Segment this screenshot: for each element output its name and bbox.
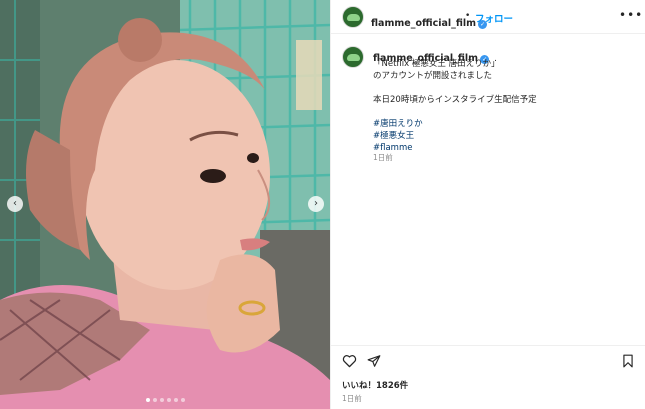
hashtag-link[interactable]: #唐田えりか (373, 118, 633, 130)
hashtag-link[interactable]: #極悪女王 (373, 130, 633, 142)
bookmark-icon[interactable] (622, 354, 634, 368)
caption-line: 「Netflix 極悪女王 唐田えりか」 (373, 59, 500, 69)
caption-line: 本日20時頃からインスタライブ生配信予定 (373, 95, 537, 105)
caption-text: 「Netflix 極悪女王 唐田えりか」 のアカウントが開設されました 本日20… (373, 58, 633, 154)
portrait-photo (0, 0, 330, 409)
share-icon[interactable] (367, 354, 381, 368)
caption-avatar[interactable] (342, 46, 364, 68)
hashtag-link[interactable]: #flamme (373, 142, 633, 154)
carousel-dot (152, 398, 157, 402)
separator-dot: • (465, 11, 471, 21)
action-bar (331, 345, 645, 375)
avatar[interactable] (342, 6, 364, 28)
carousel-indicator (0, 398, 330, 402)
caption-timestamp: 1日前 (373, 153, 393, 162)
more-options-icon[interactable]: ••• (619, 8, 643, 22)
post-photo[interactable]: ‹ › (0, 0, 330, 409)
follow-button[interactable]: フォロー (475, 11, 513, 25)
post-sidebar: flamme_official_film ✓ • フォロー ••• flamme_… (330, 0, 645, 409)
carousel-dot (166, 398, 171, 402)
carousel-dot (173, 398, 178, 402)
carousel-dot (180, 398, 185, 402)
heart-icon[interactable] (342, 354, 357, 368)
caption-line: のアカウントが開設されました (373, 71, 493, 81)
header-username[interactable]: flamme_official_film (371, 18, 476, 29)
carousel-dot (145, 398, 150, 402)
like-count[interactable]: いいね！1826件 (342, 379, 408, 391)
chevron-right-icon: › (314, 198, 318, 209)
carousel-prev-button[interactable]: ‹ (7, 196, 23, 212)
post-timestamp: 1日前 (342, 394, 362, 403)
post-header: flamme_official_film ✓ • フォロー ••• (331, 0, 645, 34)
chevron-left-icon: ‹ (13, 198, 17, 209)
carousel-next-button[interactable]: › (308, 196, 324, 212)
carousel-dot (159, 398, 164, 402)
